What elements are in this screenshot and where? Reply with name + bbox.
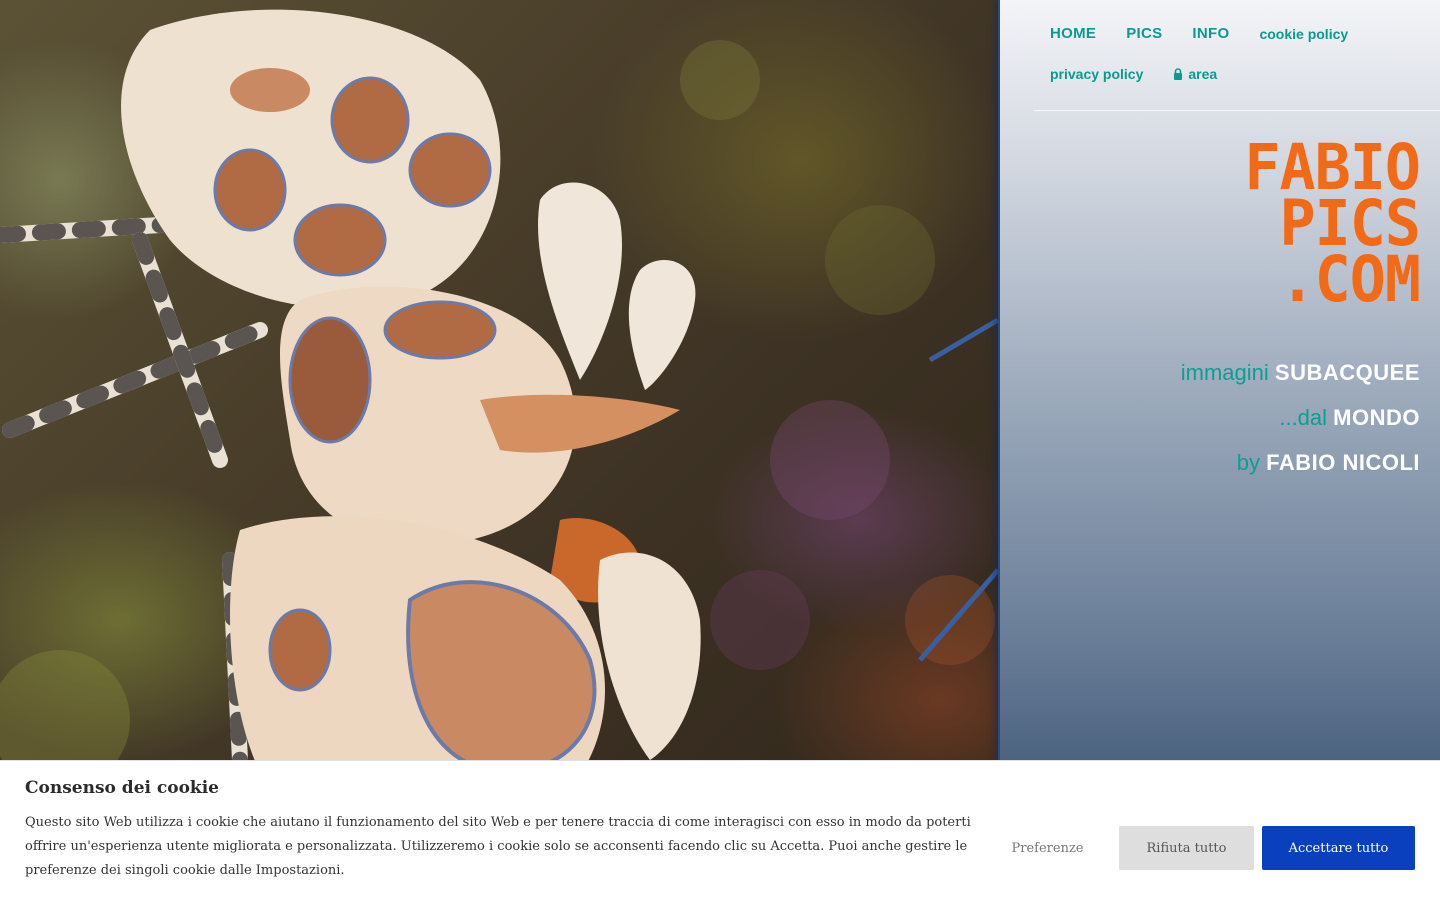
nav-divider <box>1034 110 1440 111</box>
cookie-preferences-button[interactable]: Preferenze <box>995 826 1100 870</box>
site-logo[interactable]: FABIO PICS .COM <box>1244 137 1421 317</box>
tagline-lead: by <box>1236 450 1260 475</box>
nav-home-link[interactable]: HOME <box>1050 14 1096 54</box>
cookie-text: Questo sito Web utilizza i cookie che ai… <box>25 815 971 878</box>
tagline-line-2: ...dal MONDO <box>1181 395 1420 440</box>
nav-pics-link[interactable]: PICS <box>1126 14 1162 54</box>
tagline-lead: ...dal <box>1279 405 1328 430</box>
nav-area-link[interactable]: area <box>1173 54 1217 94</box>
lock-icon <box>1174 68 1183 80</box>
tagline-line-1: immagini SUBACQUEE <box>1181 350 1420 395</box>
tagline-line-3: by FABIO NICOLI <box>1181 440 1420 485</box>
tagline-strong: SUBACQUEE <box>1274 360 1420 385</box>
tagline: immagini SUBACQUEE ...dal MONDO by FABIO… <box>1181 350 1420 485</box>
nav-area-label: area <box>1188 66 1218 82</box>
nav-privacy-policy-link[interactable]: privacy policy <box>1050 54 1143 94</box>
tagline-lead: immagini <box>1180 360 1269 385</box>
logo-line-3: .COM <box>1279 243 1421 317</box>
nav-cookie-policy-link[interactable]: cookie policy <box>1259 14 1348 54</box>
tagline-strong: MONDO <box>1333 405 1420 430</box>
main-nav: HOME PICS INFO cookie policy privacy pol… <box>1034 14 1434 94</box>
nav-info-link[interactable]: INFO <box>1192 14 1229 54</box>
cookie-title: Consenso dei cookie <box>25 778 219 798</box>
cookie-accept-all-button[interactable]: Accettare tutto <box>1262 826 1415 870</box>
cookie-reject-all-button[interactable]: Rifiuta tutto <box>1119 826 1254 870</box>
cookie-consent-banner: Consenso dei cookie Questo sito Web util… <box>0 760 1440 900</box>
tagline-strong: FABIO NICOLI <box>1266 450 1420 475</box>
